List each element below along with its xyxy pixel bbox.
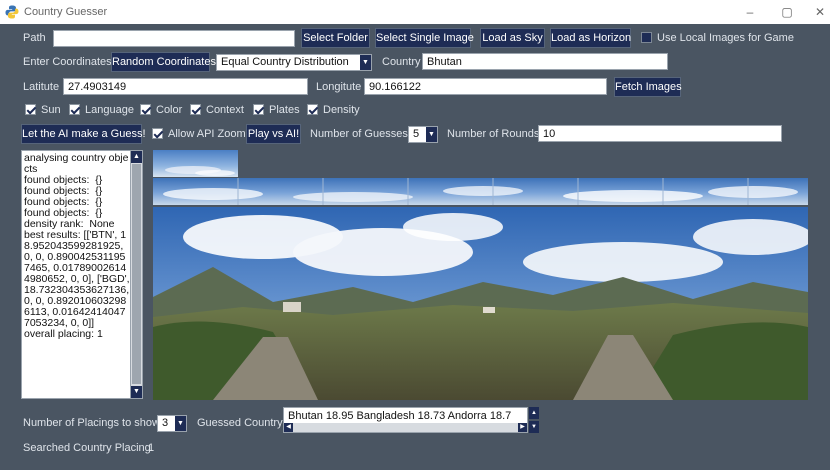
placings-label: Number of Placings to show: xyxy=(23,417,164,429)
maximize-button[interactable]: ▢ xyxy=(773,2,801,22)
feature-checkbox-density[interactable]: Density xyxy=(307,103,360,117)
random-coordinates-button[interactable]: Random Coordinates xyxy=(111,52,216,72)
scroll-up-icon[interactable]: ▲ xyxy=(529,407,539,419)
placings-value: 3 xyxy=(162,417,169,429)
num-rounds-label: Number of Rounds: xyxy=(447,128,543,140)
num-guesses-label: Number of Guesses: xyxy=(310,128,411,140)
placings-dropdown[interactable]: 3 ▼ xyxy=(157,415,187,432)
minimize-button[interactable]: – xyxy=(736,2,764,22)
cloud-graphic xyxy=(165,166,235,176)
enter-coordinates-label: Enter Coordinates xyxy=(23,56,112,68)
searched-placing-value: 1 xyxy=(148,442,155,454)
checkbox-box[interactable] xyxy=(25,104,36,115)
log-scrollbar[interactable]: ▲ ▼ xyxy=(130,151,142,398)
num-guesses-value: 5 xyxy=(413,128,420,140)
allow-api-zoom-checkbox[interactable]: Allow API Zoom xyxy=(152,127,246,141)
checkbox-box[interactable] xyxy=(190,104,201,115)
feature-label: Language xyxy=(85,104,134,116)
num-guesses-dropdown[interactable]: 5 ▼ xyxy=(408,126,438,143)
title-bar: Country Guesser – ▢ ✕ xyxy=(0,0,830,24)
checkbox-box[interactable] xyxy=(641,32,652,43)
results-vscrollbar[interactable]: ▲ ▼ xyxy=(529,407,539,433)
guessed-country-list[interactable]: Bhutan 18.95 Bangladesh 18.73 Andorra 18… xyxy=(283,407,528,433)
select-single-image-button[interactable]: Select Single Image xyxy=(375,28,474,48)
panorama-graphic xyxy=(153,207,808,400)
log-text: analysing country objects found objects:… xyxy=(24,153,130,340)
feature-label: Plates xyxy=(269,104,300,116)
path-input[interactable] xyxy=(53,30,295,47)
scroll-right-icon[interactable]: ▶ xyxy=(518,423,527,432)
fetch-images-button[interactable]: Fetch Images xyxy=(614,77,682,97)
allow-api-zoom-label: Allow API Zoom xyxy=(168,128,246,140)
chevron-down-icon[interactable]: ▼ xyxy=(360,55,371,70)
scroll-down-icon[interactable]: ▼ xyxy=(529,421,539,433)
country-input[interactable]: Bhutan xyxy=(422,53,668,70)
python-icon xyxy=(5,5,19,19)
scroll-left-icon[interactable]: ◀ xyxy=(284,423,293,432)
use-local-images-label: Use Local Images for Game xyxy=(657,32,794,44)
checkbox-box[interactable] xyxy=(152,128,163,139)
feature-label: Density xyxy=(323,104,360,116)
log-textbox[interactable]: analysing country objects found objects:… xyxy=(21,150,143,399)
distribution-selected: Equal Country Distribution xyxy=(221,56,349,68)
guessed-country-label: Guessed Country: xyxy=(197,417,286,429)
longitude-input[interactable]: 90.166122 xyxy=(364,78,607,95)
feature-checkbox-plates[interactable]: Plates xyxy=(253,103,300,117)
num-rounds-input[interactable]: 10 xyxy=(538,125,782,142)
feature-label: Sun xyxy=(41,104,61,116)
guessed-country-text: Bhutan 18.95 Bangladesh 18.73 Andorra 18… xyxy=(288,410,512,422)
ai-guess-button[interactable]: Let the AI make a Guess! xyxy=(21,124,146,144)
latitude-input[interactable]: 27.4903149 xyxy=(63,78,308,95)
scroll-down-icon[interactable]: ▼ xyxy=(131,386,142,398)
sky-strip-graphic xyxy=(163,178,798,205)
feature-checkbox-language[interactable]: Language xyxy=(69,103,134,117)
load-as-sky-button[interactable]: Load as Sky xyxy=(480,28,545,48)
checkbox-box[interactable] xyxy=(253,104,264,115)
close-button[interactable]: ✕ xyxy=(806,2,830,22)
play-vs-ai-button[interactable]: Play vs AI! xyxy=(246,124,301,144)
street-view-panorama xyxy=(153,207,808,400)
window-title: Country Guesser xyxy=(24,6,108,18)
chevron-down-icon[interactable]: ▼ xyxy=(426,127,437,142)
feature-checkbox-sun[interactable]: Sun xyxy=(25,103,61,117)
use-local-images-checkbox[interactable]: Use Local Images for Game xyxy=(641,31,794,45)
longitude-label: Longitute xyxy=(316,81,362,93)
searched-placing-label: Searched Country Placing xyxy=(23,442,151,454)
latitude-label: Latitute xyxy=(23,81,60,93)
sky-thumbnail-image xyxy=(153,150,238,177)
feature-checkbox-color[interactable]: Color xyxy=(140,103,182,117)
country-label: Country xyxy=(382,56,421,68)
path-label: Path xyxy=(23,32,46,44)
checkbox-box[interactable] xyxy=(140,104,151,115)
select-folder-button[interactable]: Select Folder xyxy=(301,28,370,48)
distribution-dropdown[interactable]: Equal Country Distribution ▼ xyxy=(216,54,372,71)
results-hscrollbar[interactable]: ◀ ▶ xyxy=(284,423,527,432)
feature-label: Context xyxy=(206,104,244,116)
chevron-down-icon[interactable]: ▼ xyxy=(175,416,186,431)
feature-label: Color xyxy=(156,104,183,116)
checkbox-box[interactable] xyxy=(69,104,80,115)
scroll-up-icon[interactable]: ▲ xyxy=(131,151,142,163)
scroll-thumb[interactable] xyxy=(132,164,141,384)
sky-panorama-strip xyxy=(153,178,808,205)
load-as-horizon-button[interactable]: Load as Horizon xyxy=(550,28,631,48)
checkbox-box[interactable] xyxy=(307,104,318,115)
feature-checkbox-context[interactable]: Context xyxy=(190,103,244,117)
